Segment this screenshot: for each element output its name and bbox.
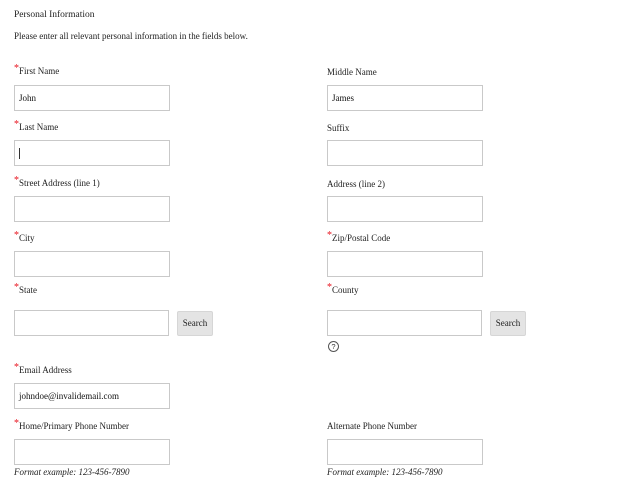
alternate-phone-input[interactable] bbox=[327, 439, 483, 465]
required-marker: * bbox=[14, 418, 19, 429]
help-icon[interactable]: ? bbox=[328, 341, 339, 352]
middle-name-input[interactable]: James bbox=[327, 85, 483, 111]
required-marker: * bbox=[14, 282, 19, 293]
required-marker: * bbox=[14, 63, 19, 74]
home-phone-input[interactable] bbox=[14, 439, 170, 465]
zip-code-label: *Zip/Postal Code bbox=[327, 230, 391, 243]
last-name-input[interactable] bbox=[14, 140, 170, 166]
required-marker: * bbox=[327, 282, 332, 293]
required-marker: * bbox=[14, 230, 19, 241]
required-marker: * bbox=[14, 362, 19, 373]
suffix-input[interactable] bbox=[327, 140, 483, 166]
city-input[interactable] bbox=[14, 251, 170, 277]
alternate-phone-label: Alternate Phone Number bbox=[327, 421, 417, 431]
text-cursor bbox=[19, 148, 20, 160]
first-name-label: *First Name bbox=[14, 63, 60, 76]
home-phone-label: *Home/Primary Phone Number bbox=[14, 418, 129, 431]
required-marker: * bbox=[14, 175, 19, 186]
alternate-phone-format-example: Format example: 123-456-7890 bbox=[327, 467, 443, 477]
county-search-button[interactable]: Search bbox=[490, 311, 526, 336]
address-line-2-label: Address (line 2) bbox=[327, 179, 385, 189]
required-marker: * bbox=[14, 119, 19, 130]
city-label: *City bbox=[14, 230, 35, 243]
middle-name-label: Middle Name bbox=[327, 67, 377, 77]
county-input[interactable] bbox=[327, 310, 482, 336]
address-line-2-input[interactable] bbox=[327, 196, 483, 222]
home-phone-format-example: Format example: 123-456-7890 bbox=[14, 467, 130, 477]
form-instructions: Please enter all relevant personal infor… bbox=[14, 31, 248, 41]
county-label: *County bbox=[327, 282, 359, 295]
zip-code-input[interactable] bbox=[327, 251, 483, 277]
state-input[interactable] bbox=[14, 310, 169, 336]
state-search-button[interactable]: Search bbox=[177, 311, 213, 336]
state-label: *State bbox=[14, 282, 37, 295]
street-address-1-input[interactable] bbox=[14, 196, 170, 222]
street-address-1-label: *Street Address (line 1) bbox=[14, 175, 100, 188]
required-marker: * bbox=[327, 230, 332, 241]
email-label: *Email Address bbox=[14, 362, 72, 375]
form-heading: Personal Information bbox=[14, 10, 95, 20]
suffix-label: Suffix bbox=[327, 123, 350, 133]
first-name-input[interactable]: John bbox=[14, 85, 170, 111]
email-input[interactable]: johndoe@invalidemail.com bbox=[14, 383, 170, 409]
last-name-label: *Last Name bbox=[14, 119, 59, 132]
